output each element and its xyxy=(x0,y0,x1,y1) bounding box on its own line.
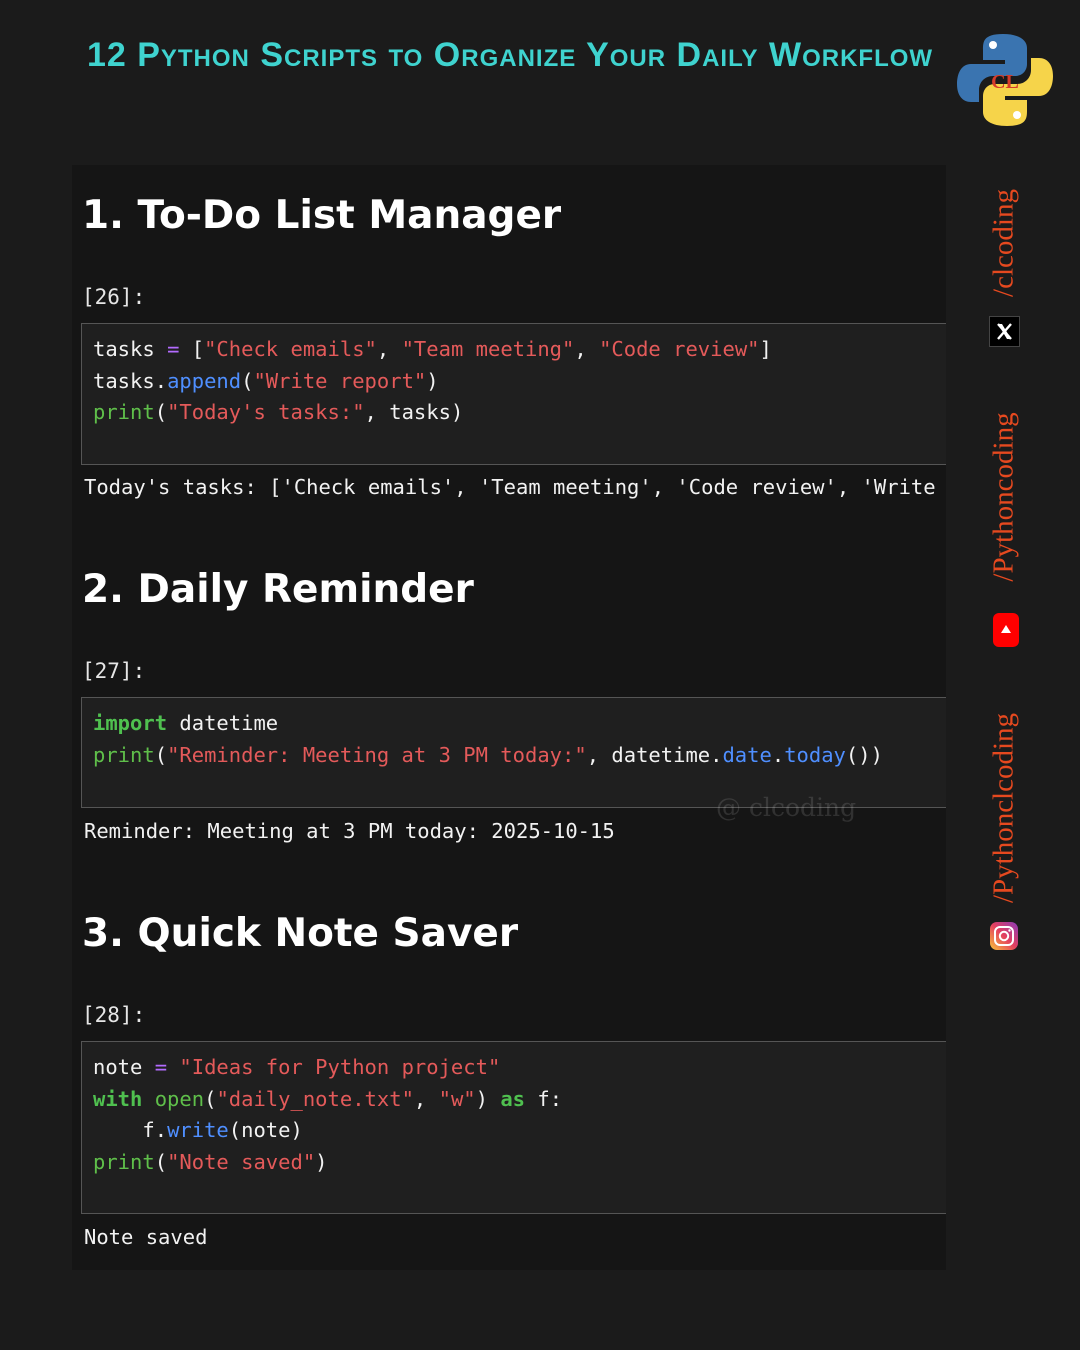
code-token: as xyxy=(500,1086,526,1111)
code-token: . xyxy=(771,742,785,767)
code-token: with xyxy=(93,1086,143,1111)
social-handle-instagram[interactable]: /Pythonclcoding xyxy=(988,713,1021,903)
cell-output: Reminder: Meeting at 3 PM today: 2025-10… xyxy=(84,819,615,843)
code-token: write xyxy=(167,1118,229,1142)
code-token: = xyxy=(167,337,180,361)
code-token: ( xyxy=(241,368,254,393)
cell-prompt: [27]: xyxy=(82,659,146,683)
code-token: (note) xyxy=(228,1118,303,1142)
code-token: ( xyxy=(204,1086,217,1111)
social-handle-x[interactable]: /clcoding xyxy=(988,189,1021,297)
code-cell[interactable]: tasks = ["Check emails", "Team meeting",… xyxy=(81,323,946,465)
code-token: , xyxy=(574,337,600,361)
x-logo-icon[interactable] xyxy=(989,316,1020,347)
code-token: ( xyxy=(154,742,168,767)
code-token: ) xyxy=(426,368,439,393)
code-token: ) xyxy=(475,1086,501,1111)
code-line: tasks = ["Check emails", "Team meeting",… xyxy=(93,334,943,366)
page-title: 12 Python Scripts to Organize Your Daily… xyxy=(86,36,934,74)
code-line: print("Note saved") xyxy=(93,1147,943,1179)
code-line: tasks.append("Write report") xyxy=(93,366,943,398)
code-token: "Today's tasks:" xyxy=(167,400,365,424)
code-line: print("Reminder: Meeting at 3 PM today:"… xyxy=(93,740,943,772)
code-line: note = "Ideas for Python project" xyxy=(93,1052,943,1084)
code-token: print xyxy=(93,742,155,767)
code-token: date xyxy=(722,742,772,767)
code-line: import datetime xyxy=(93,708,943,740)
code-token: "daily_note.txt" xyxy=(216,1086,414,1111)
code-line: f.write(note) xyxy=(93,1115,943,1147)
instagram-icon[interactable] xyxy=(990,922,1018,950)
code-token: "Reminder: Meeting at 3 PM today:" xyxy=(167,742,587,767)
code-token: tasks. xyxy=(93,368,168,393)
code-token: print xyxy=(93,400,155,424)
social-handle-youtube[interactable]: /Pythoncoding xyxy=(988,412,1021,581)
code-token: print xyxy=(93,1149,155,1174)
code-line: with open("daily_note.txt", "w") as f: xyxy=(93,1084,943,1116)
code-token: "Ideas for Python project" xyxy=(179,1055,501,1079)
code-token: f: xyxy=(525,1086,563,1111)
code-token: "Check emails" xyxy=(204,337,377,361)
code-token: append xyxy=(167,368,242,393)
code-token: datetime xyxy=(167,711,279,735)
python-logo-icon: CL xyxy=(957,34,1053,126)
code-token: "Note saved" xyxy=(167,1149,316,1174)
code-token: today xyxy=(784,742,846,767)
code-token: , xyxy=(413,1086,439,1111)
code-token: import xyxy=(93,711,168,735)
code-token: , xyxy=(376,337,402,361)
code-token: note xyxy=(93,1055,155,1079)
code-token: ( xyxy=(154,1149,168,1174)
code-token: f. xyxy=(93,1118,168,1142)
cell-prompt: [28]: xyxy=(82,1003,146,1027)
cell-prompt: [26]: xyxy=(82,285,146,309)
code-token: = xyxy=(154,1055,168,1079)
cell-output: Note saved xyxy=(84,1225,208,1249)
watermark: @ clcoding xyxy=(716,793,857,822)
youtube-icon[interactable] xyxy=(993,613,1019,647)
code-token: ] xyxy=(759,337,772,361)
logo-badge: CL xyxy=(991,71,1019,93)
code-token: open xyxy=(154,1086,205,1111)
code-token: [ xyxy=(179,337,205,361)
code-token: ) xyxy=(315,1149,328,1174)
notebook-panel: 1. To-Do List Manager [26]: tasks = ["Ch… xyxy=(72,165,946,1270)
code-cell[interactable]: note = "Ideas for Python project" with op… xyxy=(81,1041,946,1214)
code-token: "Team meeting" xyxy=(401,337,575,361)
cell-output: Today's tasks: ['Check emails', 'Team me… xyxy=(84,475,936,499)
code-token: , datetime. xyxy=(586,742,723,767)
code-token: "Code review" xyxy=(599,337,760,361)
code-cell[interactable]: import datetime print("Reminder: Meeting … xyxy=(81,697,946,808)
section-heading: 3. Quick Note Saver xyxy=(82,911,519,956)
section-heading: 1. To-Do List Manager xyxy=(82,193,562,238)
code-token: "Write report" xyxy=(253,368,427,393)
code-token: ( xyxy=(154,400,168,424)
code-token: , tasks) xyxy=(364,400,464,424)
section-heading: 2. Daily Reminder xyxy=(82,567,474,612)
code-token: "w" xyxy=(438,1086,476,1111)
code-token: ()) xyxy=(845,742,883,767)
code-token: tasks xyxy=(93,337,168,361)
code-line: print("Today's tasks:", tasks) xyxy=(93,397,943,429)
